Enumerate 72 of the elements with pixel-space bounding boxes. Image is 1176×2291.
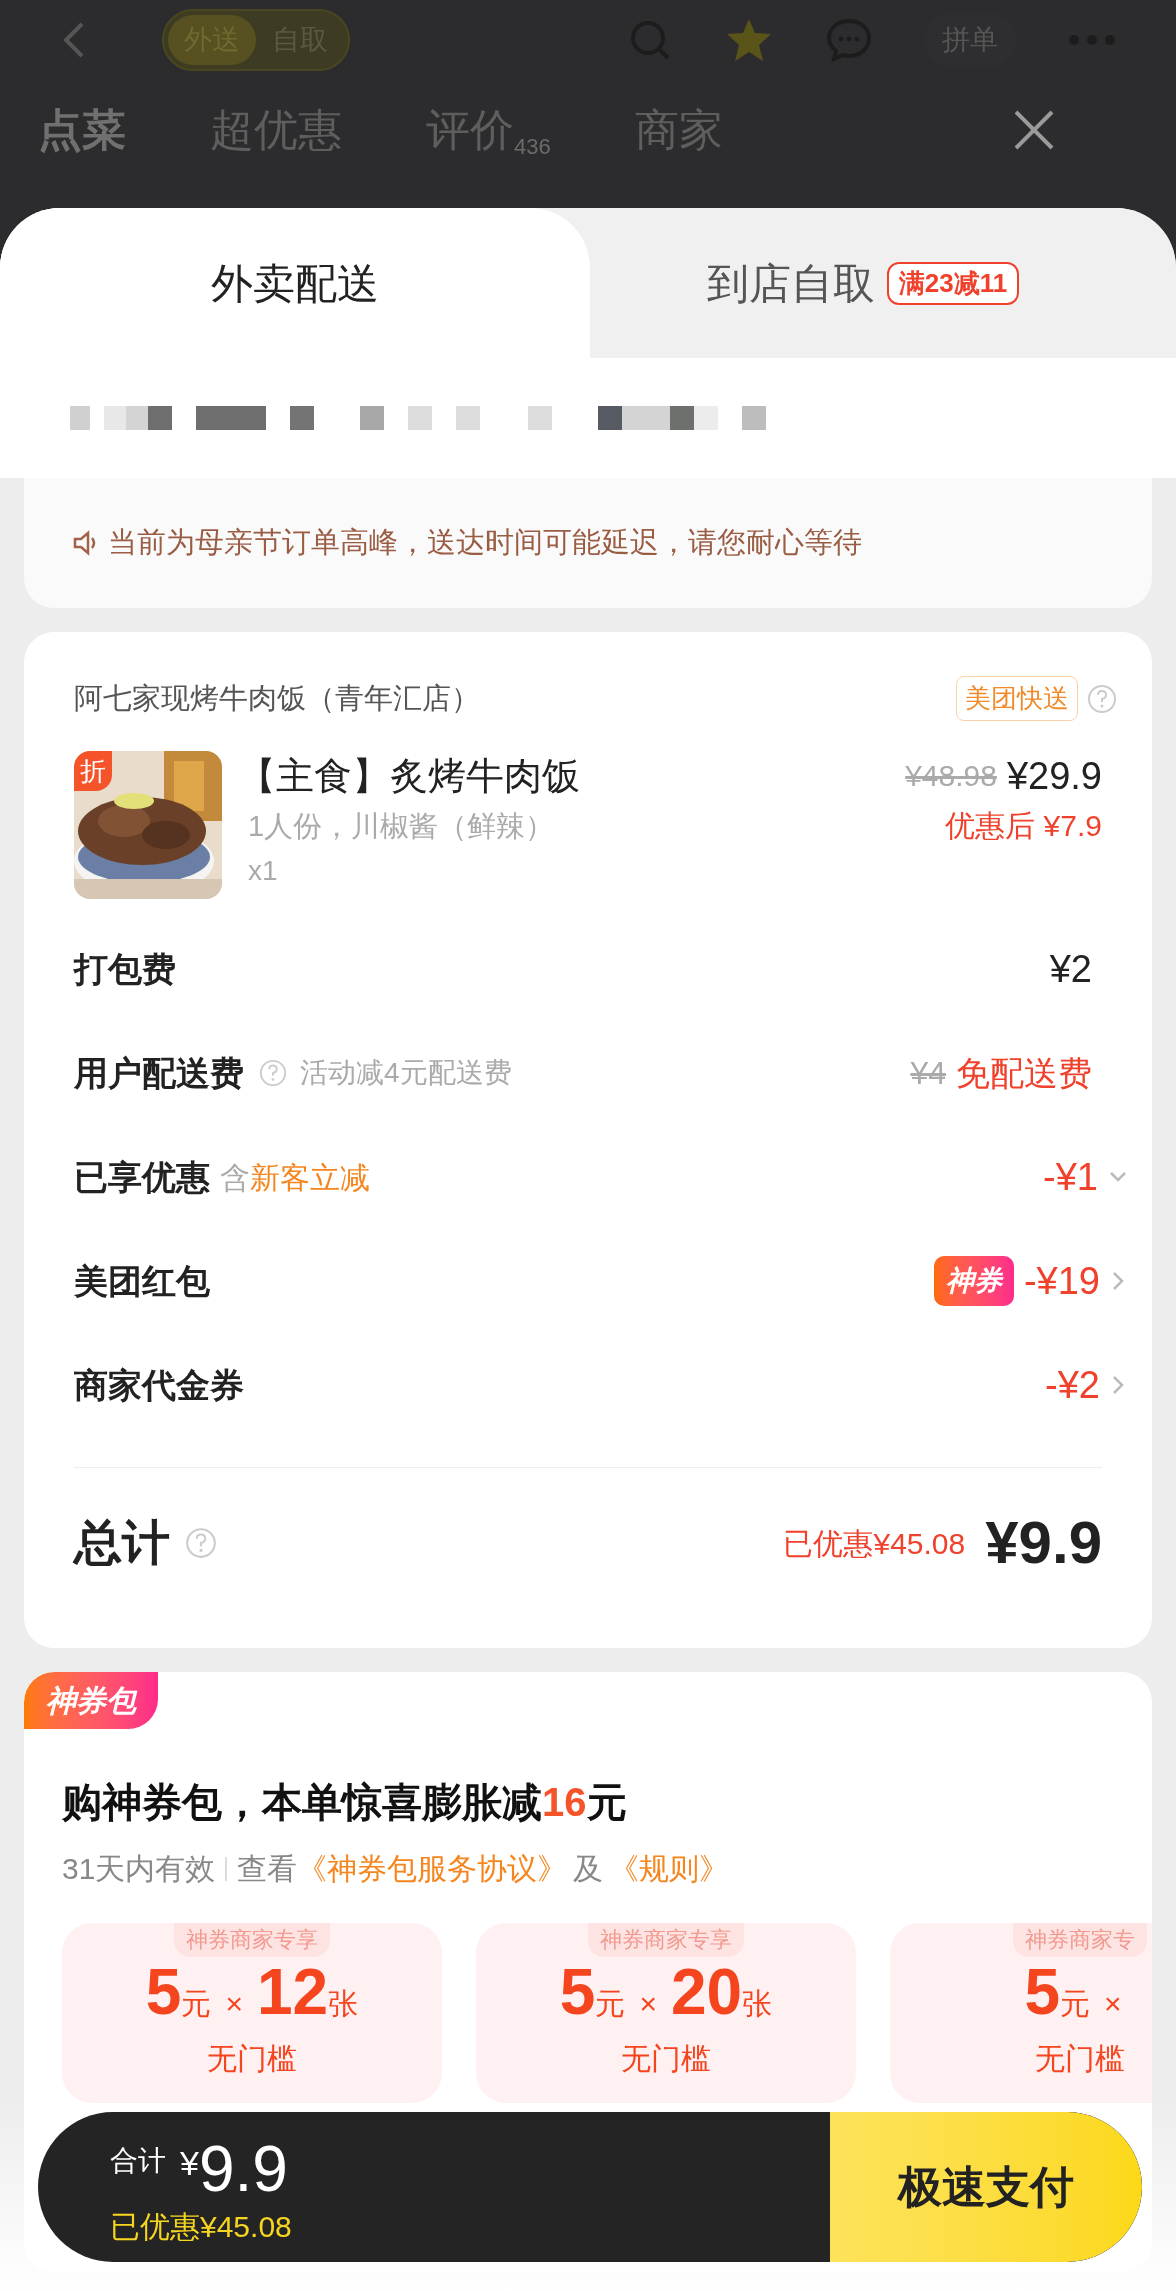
delivery-tab[interactable]: 到店自取 满23减11: [590, 208, 1176, 358]
coupon-count: 20: [670, 1957, 743, 2027]
delivery-tag: 美团快送: [956, 676, 1078, 721]
fee-label: 商家代金券: [74, 1364, 244, 1406]
fee-amount: 免配送费: [956, 1052, 1092, 1094]
discount-note: 含新客立减: [220, 1159, 370, 1196]
fee-amount: ¥2: [1049, 946, 1092, 992]
coupon-tag: 神券商家专享: [588, 1923, 744, 1957]
saved-amount: 已优惠¥45.08: [783, 1525, 966, 1562]
help-icon[interactable]: [1086, 682, 1118, 715]
total-amount: 9.9: [198, 2133, 288, 2204]
pack-headline: 购神券包，本单惊喜膨胀减16元: [62, 1779, 628, 1826]
coupon-amount: 5: [559, 1957, 596, 2027]
coupon-unit: 元: [595, 1986, 626, 2022]
delivery-tab[interactable]: 外卖配送: [0, 208, 590, 358]
coupon-tag: 神券: [933, 1256, 1014, 1306]
coupon-card[interactable]: 神券商家专享 5元 × 20张 无门槛: [476, 1923, 856, 2103]
fee-amount: -¥19: [1023, 1258, 1100, 1304]
coupon-unit: 张: [328, 1986, 359, 2022]
item-quantity: x1: [248, 854, 279, 888]
original-price: ¥48.98: [905, 758, 997, 794]
fee-amount: -¥2: [1045, 1362, 1100, 1408]
total-label: 合计: [110, 2143, 166, 2178]
validity-text: 31天内有效: [62, 1851, 216, 1887]
fee-label: 用户配送费: [74, 1052, 244, 1094]
help-icon[interactable]: [184, 1526, 218, 1560]
coupon-unit: 元: [181, 1986, 212, 2022]
total-label: 总计: [74, 1515, 170, 1571]
saved-amount: 已优惠¥45.08: [110, 2208, 292, 2245]
store-tab[interactable]: 点菜: [38, 97, 126, 163]
coupon-count: 12: [256, 1957, 329, 2027]
fee-label: 美团红包: [74, 1260, 210, 1302]
times-sign: ×: [1104, 1986, 1122, 2022]
coupon-amount: 5: [1024, 1957, 1061, 2027]
notice-text: 当前为母亲节订单高峰，送达时间可能延迟，请您耐心等待: [108, 525, 862, 561]
chevron-down-icon[interactable]: [1108, 1170, 1128, 1184]
coupon-condition: 无门槛: [1035, 2041, 1125, 2077]
rules-link[interactable]: 《规则》: [609, 1846, 730, 1891]
fee-note: 活动减4元配送费: [300, 1056, 512, 1090]
and-text: 及: [573, 1851, 604, 1887]
fee-label: 已享优惠: [74, 1156, 210, 1198]
agreement-link[interactable]: 《神券包服务协议》: [297, 1846, 568, 1891]
coupon-tag: 神券商家专享: [174, 1923, 330, 1957]
fee-amount: -¥1: [1043, 1154, 1098, 1200]
total-amount: ¥9.9: [985, 1508, 1102, 1578]
coupon-unit: 元: [1060, 1986, 1091, 2022]
coupon-card[interactable]: 神券商家专享 5元 × 12张 无门槛: [62, 1923, 442, 2103]
chevron-right-icon[interactable]: [1110, 1374, 1126, 1396]
close-icon[interactable]: [1012, 108, 1056, 152]
times-sign: ×: [639, 1986, 657, 2022]
currency-sign: ¥: [180, 2142, 199, 2182]
discounted-price: 优惠后 ¥7.9: [945, 808, 1102, 844]
coupon-condition: 无门槛: [207, 2041, 297, 2077]
item-price: ¥29.9: [1006, 754, 1102, 799]
item-spec: 1人份，川椒酱（鲜辣）: [248, 809, 556, 844]
coupon-unit: 张: [742, 1986, 773, 2022]
help-icon[interactable]: [258, 1058, 288, 1088]
pay-button[interactable]: 极速支付: [830, 2112, 1142, 2262]
coupon-amount: 5: [145, 1957, 182, 2027]
pack-ribbon: 神券包: [24, 1672, 158, 1729]
item-name: 【主食】炙烤牛肉饭: [238, 754, 580, 799]
view-text: 查看: [237, 1851, 298, 1887]
discount-badge: 满23减11: [886, 261, 1020, 305]
original-fee: ¥4: [910, 1054, 946, 1093]
coupon-tag: 神券商家专: [1013, 1923, 1147, 1957]
coupon-condition: 无门槛: [621, 2041, 711, 2077]
discount-badge: 折: [74, 751, 112, 791]
coupon-card[interactable]: 神券商家专 5元 × 无门槛: [890, 1923, 1152, 2103]
fee-label: 打包费: [74, 948, 176, 990]
store-name: 阿七家现烤牛肉饭（青年汇店）: [74, 680, 480, 716]
times-sign: ×: [225, 1986, 243, 2022]
chevron-right-icon[interactable]: [1110, 1270, 1126, 1292]
